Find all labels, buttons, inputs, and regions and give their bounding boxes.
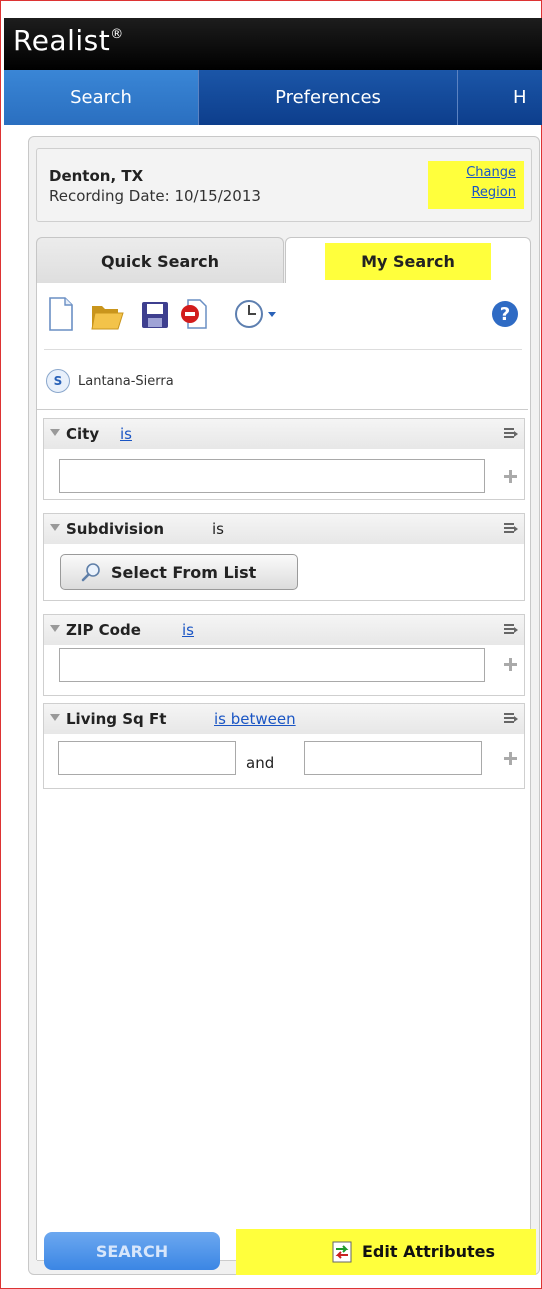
save-floppy-icon[interactable] — [140, 296, 170, 332]
add-value-plus-icon[interactable] — [504, 470, 517, 483]
recording-date: Recording Date: 10/15/2013 — [49, 187, 261, 205]
collapse-triangle-icon[interactable] — [50, 429, 60, 436]
saved-search[interactable]: S Lantana-Sierra — [46, 368, 174, 394]
criterion-menu-icon[interactable] — [504, 523, 518, 535]
criterion-menu-icon[interactable] — [504, 713, 518, 725]
search-toolbar: ? — [44, 296, 522, 340]
criterion-header: City is — [44, 419, 524, 449]
criterion-header: Subdivision is — [44, 514, 524, 544]
change-region-link-line2[interactable]: Region — [471, 185, 516, 200]
criterion-zip-code: ZIP Code is — [43, 614, 525, 696]
history-clock-icon[interactable] — [234, 296, 278, 332]
criterion-label: Subdivision — [66, 520, 165, 538]
living-sq-ft-max-input[interactable] — [304, 741, 482, 775]
delete-icon[interactable] — [178, 296, 212, 332]
criterion-header: ZIP Code is — [44, 615, 524, 645]
criterion-label: Living Sq Ft — [66, 710, 167, 728]
main-nav: Search Preferences H — [4, 70, 542, 125]
operator-link[interactable]: is between — [214, 710, 296, 728]
region-box: Denton, TX Recording Date: 10/15/2013 Ch… — [36, 148, 532, 222]
change-region-link[interactable]: Change — [466, 165, 516, 180]
select-from-list-button[interactable]: Select From List — [60, 554, 298, 590]
change-region-highlight: Change Region — [428, 161, 524, 209]
collapse-triangle-icon[interactable] — [50, 714, 60, 721]
operator-link[interactable]: is — [182, 621, 194, 639]
zip-code-input[interactable] — [59, 648, 485, 682]
nav-tab-preferences[interactable]: Preferences — [199, 70, 458, 125]
nav-tab-search[interactable]: Search — [4, 70, 199, 125]
tab-my-search[interactable]: My Search — [285, 237, 531, 284]
app-header: Realist® — [4, 18, 542, 70]
criterion-menu-icon[interactable] — [504, 428, 518, 440]
criterion-city: City is — [43, 418, 525, 500]
collapse-triangle-icon[interactable] — [50, 524, 60, 531]
toolbar-divider — [44, 349, 522, 350]
criterion-menu-icon[interactable] — [504, 624, 518, 636]
criterion-header: Living Sq Ft is between — [44, 704, 524, 734]
operator-link[interactable]: is — [120, 425, 132, 443]
search-button[interactable]: SEARCH — [44, 1232, 220, 1270]
select-from-list-label: Select From List — [111, 562, 257, 582]
criterion-living-sq-ft: Living Sq Ft is between and — [43, 703, 525, 789]
nav-tab-help[interactable]: H — [458, 70, 542, 125]
tab-my-search-label: My Search — [325, 242, 491, 280]
edit-attributes-icon — [332, 1241, 352, 1263]
tab-quick-search[interactable]: Quick Search — [36, 237, 284, 284]
saved-search-name: Lantana-Sierra — [78, 373, 174, 389]
region-name: Denton, TX — [49, 167, 144, 185]
collapse-triangle-icon[interactable] — [50, 625, 60, 632]
add-value-plus-icon[interactable] — [504, 752, 517, 765]
help-icon[interactable]: ? — [490, 296, 520, 332]
criterion-label: ZIP Code — [66, 621, 141, 639]
living-sq-ft-min-input[interactable] — [58, 741, 236, 775]
saved-search-badge: S — [46, 369, 70, 393]
edit-attributes-label: Edit Attributes — [362, 1242, 496, 1261]
city-input[interactable] — [59, 459, 485, 493]
app-logo: Realist® — [13, 24, 124, 57]
tab-quick-search-label: Quick Search — [100, 251, 220, 271]
magnifier-icon — [81, 563, 100, 582]
add-value-plus-icon[interactable] — [504, 658, 517, 671]
new-document-icon[interactable] — [46, 296, 76, 332]
and-label: and — [246, 754, 275, 772]
edit-attributes-button[interactable]: Edit Attributes — [236, 1229, 536, 1275]
criterion-label: City — [66, 425, 100, 443]
open-folder-icon[interactable] — [90, 296, 124, 332]
operator-text: is — [212, 520, 224, 538]
svg-text:?: ? — [500, 304, 510, 325]
criterion-subdivision: Subdivision is Select From List — [43, 513, 525, 601]
